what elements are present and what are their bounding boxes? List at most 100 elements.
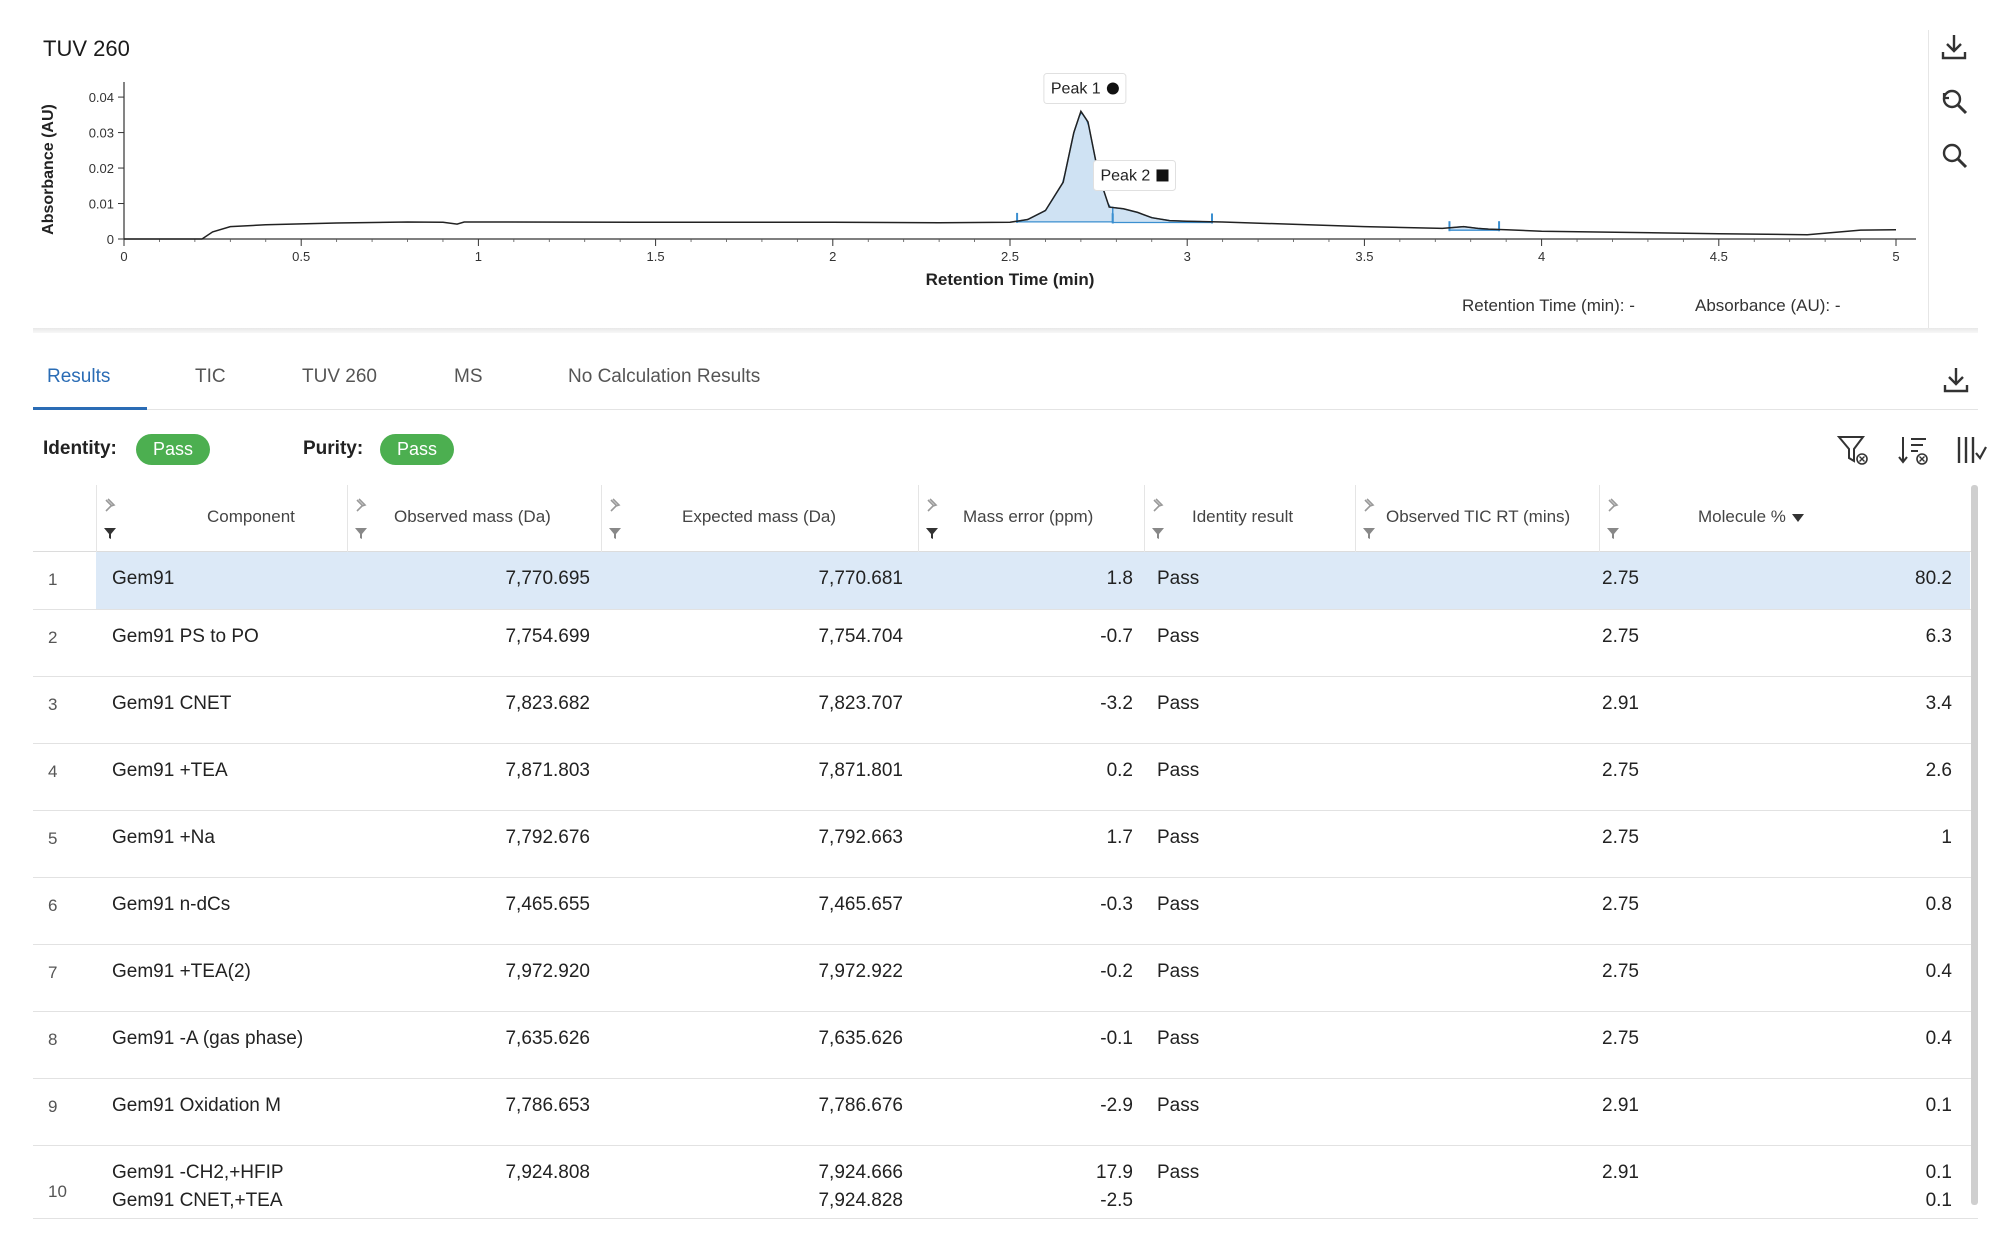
- zoom-icon: [1942, 143, 1968, 169]
- row-background: [96, 552, 1970, 609]
- table-row[interactable]: 3 Gem91 CNET 7,823.682 7,823.707 -3.2 Pass 2.9…: [33, 677, 1978, 744]
- cell-observed: 7,754.699: [505, 626, 590, 647]
- table-row[interactable]: 6 Gem91 n-dCs 7,465.655 7,465.657 -0.3 Pass 2.…: [33, 878, 1978, 945]
- cell-identity: Pass: [1157, 568, 1200, 589]
- cell-rt: 2.75: [1602, 1028, 1639, 1049]
- table-row[interactable]: 8 Gem91 -A (gas phase) 7,635.626 7,635.626 -…: [33, 1012, 1978, 1079]
- table-row[interactable]: 1 Gem91 7,770.695 7,770.681 1.8 Pass 2.75 80.2: [33, 552, 1978, 610]
- table-row[interactable]: 4 Gem91 +TEA 7,871.803 7,871.801 0.2 Pass 2.75…: [33, 744, 1978, 811]
- pin-icon[interactable]: [1606, 498, 1620, 512]
- row-number-header: [33, 485, 97, 552]
- cell-molecule: 2.6: [1925, 760, 1952, 781]
- cell-rt: 2.91: [1602, 693, 1639, 714]
- filter-icon[interactable]: [354, 526, 368, 540]
- cell-molecule: 0.1: [1925, 1162, 1952, 1183]
- clear-filters-button[interactable]: [1833, 430, 1873, 470]
- column-chooser-button[interactable]: [1951, 430, 1991, 470]
- tab-no-calculation-results[interactable]: No Calculation Results: [554, 350, 774, 410]
- row-number: 9: [48, 1097, 58, 1116]
- x-tick-label: 3: [1184, 249, 1191, 264]
- cell-identity: Pass: [1157, 1162, 1200, 1183]
- cell-error: -3.2: [1100, 693, 1133, 714]
- pin-icon[interactable]: [925, 498, 939, 512]
- table-row[interactable]: 5 Gem91 +Na 7,792.676 7,792.663 1.7 Pass 2.75 1: [33, 811, 1978, 878]
- x-tick-label: 1.5: [647, 249, 665, 264]
- cell-observed: 7,924.808: [505, 1162, 590, 1183]
- chart-toolbar: [1928, 30, 1978, 330]
- column-header-component[interactable]: Component: [97, 485, 348, 552]
- pin-icon[interactable]: [103, 498, 117, 512]
- chromatogram-trace[interactable]: [124, 109, 1897, 240]
- table-row[interactable]: 7 Gem91 +TEA(2) 7,972.920 7,972.922 -0.2 Pass…: [33, 945, 1978, 1012]
- x-tick-label: 0.5: [292, 249, 310, 264]
- column-header-observed-mass[interactable]: Observed mass (Da): [348, 485, 602, 552]
- column-header-expected-mass[interactable]: Expected mass (Da): [602, 485, 919, 552]
- chart-zoom-reset-button[interactable]: [1937, 84, 1971, 118]
- pin-icon[interactable]: [1362, 498, 1376, 512]
- filter-icon[interactable]: [925, 526, 939, 540]
- column-header-molecule-percent[interactable]: Molecule %: [1600, 485, 1970, 552]
- zoom-reset-icon: [1942, 89, 1968, 115]
- cell-component: Gem91 -CH2,+HFIP: [112, 1162, 284, 1183]
- row-number: 6: [48, 896, 58, 915]
- cell-expected: 7,823.707: [818, 693, 903, 714]
- row-background: [96, 744, 1970, 810]
- pin-icon[interactable]: [608, 498, 622, 512]
- row-number: 4: [48, 762, 58, 781]
- row-background: [96, 1079, 1970, 1145]
- chart-download-button[interactable]: [1937, 30, 1971, 64]
- row-background: [96, 1012, 1970, 1078]
- cell-molecule: 3.4: [1925, 693, 1952, 714]
- cell-rt: 2.75: [1602, 827, 1639, 848]
- cell-rt: 2.75: [1602, 961, 1639, 982]
- table-row[interactable]: 2 Gem91 PS to PO 7,754.699 7,754.704 -0.7 Pas…: [33, 610, 1978, 677]
- column-header-observed-tic-rt[interactable]: Observed TIC RT (mins): [1356, 485, 1600, 552]
- cell-component: Gem91 PS to PO: [112, 626, 259, 647]
- table-scrollbar[interactable]: [1971, 485, 1978, 1205]
- column-header-identity-result[interactable]: Identity result: [1145, 485, 1356, 552]
- filter-icon[interactable]: [1362, 526, 1376, 540]
- peak-label: Peak 1: [1051, 81, 1101, 98]
- row-background: [96, 878, 1970, 944]
- row-number: 5: [48, 829, 58, 848]
- table-download-button[interactable]: [1938, 362, 1974, 398]
- filter-icon[interactable]: [103, 526, 117, 540]
- cell-expected: 7,635.626: [818, 1028, 903, 1049]
- cell-identity: Pass: [1157, 827, 1200, 848]
- pin-icon[interactable]: [1151, 498, 1165, 512]
- filter-icon[interactable]: [1151, 526, 1165, 540]
- cell-expected: 7,786.676: [818, 1095, 903, 1116]
- tab-ms[interactable]: MS: [440, 350, 497, 410]
- cell-error: -0.7: [1100, 626, 1133, 647]
- x-tick-label: 3.5: [1355, 249, 1373, 264]
- cell-component: Gem91 CNET,+TEA: [112, 1190, 283, 1211]
- tab-tic[interactable]: TIC: [181, 350, 240, 410]
- clear-sort-icon: [1898, 437, 1928, 465]
- filter-icon[interactable]: [608, 526, 622, 540]
- peak-circle-icon: [1106, 82, 1119, 95]
- cell-rt: 2.75: [1602, 894, 1639, 915]
- column-header-mass-error[interactable]: Mass error (ppm): [919, 485, 1145, 552]
- cell-observed: 7,786.653: [505, 1095, 590, 1116]
- clear-sort-button[interactable]: [1893, 430, 1933, 470]
- tab-tuv-260[interactable]: TUV 260: [288, 350, 391, 410]
- column-label-text: Molecule %: [1698, 507, 1786, 526]
- cell-molecule: 6.3: [1925, 626, 1952, 647]
- y-tick-label: 0.04: [89, 90, 114, 105]
- tab-results[interactable]: Results: [33, 350, 147, 410]
- cell-expected: 7,924.828: [818, 1190, 903, 1211]
- chromatogram-chart[interactable]: 0 0.01 0.02 0.03 0.04 0 0.5 1 1.5 2 2.5 3 3.5 4 4.5 5 Re…: [33, 30, 1928, 330]
- cell-component: Gem91 n-dCs: [112, 894, 231, 915]
- table-row[interactable]: 10 Gem91 -CH2,+HFIP Gem91 CNET,+TEA 7,924.8…: [33, 1146, 1978, 1219]
- row-number: 7: [48, 963, 58, 982]
- filter-icon[interactable]: [1606, 526, 1620, 540]
- chart-panel: 0 0.01 0.02 0.03 0.04 0 0.5 1 1.5 2 2.5 3 3.5 4 4.5 5 Re…: [33, 30, 1928, 330]
- sort-descending-icon[interactable]: [1791, 513, 1804, 522]
- results-tabs: Results TIC TUV 260 MS No Calculation Re…: [33, 350, 1978, 410]
- table-row[interactable]: 9 Gem91 Oxidation M 7,786.653 7,786.676 -2.9…: [33, 1079, 1978, 1146]
- chart-zoom-button[interactable]: [1937, 138, 1971, 172]
- download-icon: [1941, 35, 1967, 60]
- cell-molecule: 80.2: [1915, 568, 1952, 589]
- pin-icon[interactable]: [354, 498, 368, 512]
- x-axis-label: Retention Time (min): [926, 270, 1095, 289]
